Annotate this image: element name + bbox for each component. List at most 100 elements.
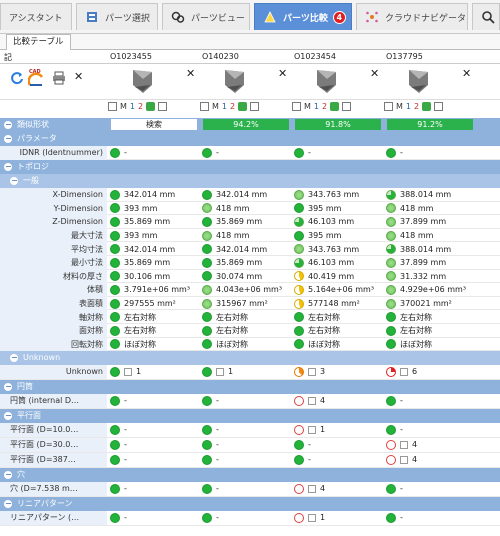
row-checkbox[interactable] [400,440,408,449]
refresh-icon[interactable] [10,71,24,85]
section-unknown[interactable]: Unknown [0,351,500,365]
row-checkbox[interactable] [400,455,408,464]
mode-2-button[interactable]: 2 [322,102,327,111]
tab-assistant[interactable]: アシスタント [0,3,72,30]
cell-value: - [216,455,219,465]
match-status-icon [202,271,212,282]
collapse-icon[interactable] [10,176,18,185]
tab-label: パーツ選択 [105,13,150,24]
tab-parts-select[interactable]: パーツ選択 [76,3,158,30]
section-label: 類似形状 [17,120,49,130]
collapse-icon[interactable] [4,134,12,143]
part-id: O1023454 [294,52,336,61]
mode-1-button[interactable]: 1 [314,102,319,111]
match-status-icon [202,424,212,435]
collapse-icon[interactable] [4,411,12,420]
list-icon[interactable] [292,102,301,112]
close-icon[interactable]: ✕ [186,67,195,80]
mode-2-button[interactable]: 2 [138,102,143,111]
add-icon[interactable] [422,102,432,112]
row-checkbox[interactable] [308,484,316,493]
collapse-icon[interactable] [4,162,12,171]
tab-search[interactable] [472,3,500,30]
similarity-row: 類似形状 検索 94.2% 91.8% 91.2% [0,118,500,132]
part-thumbnail-icon[interactable] [130,67,156,95]
cell-value: 1 [228,367,234,377]
collapse-icon[interactable] [4,499,12,508]
print-icon[interactable] [52,71,66,85]
cell-value: 418 mm [216,203,250,213]
row-checkbox[interactable] [308,513,316,522]
row-label: 最大寸法 [0,228,107,243]
match-status-icon [202,312,212,323]
near-match-icon [202,203,212,214]
cell-value: 左右対称 [400,326,432,336]
row-checkbox[interactable] [124,367,132,376]
mode-m-button[interactable]: M [212,102,219,111]
close-icon[interactable]: ✕ [74,70,83,83]
section-topology[interactable]: トポロジ [0,160,500,174]
tab-label: パーツ比較 [283,13,328,24]
collapse-icon[interactable] [4,470,12,479]
mode-m-button[interactable]: M [120,102,127,111]
partial-match-icon [294,284,304,295]
match-status-icon [386,147,396,158]
tab-parts-view[interactable]: パーツビュー [162,3,250,30]
part-thumbnail-icon[interactable] [222,67,248,95]
list-icon[interactable] [200,102,209,112]
tab-compare-table[interactable]: 比較テーブル [6,34,71,50]
match-status-icon [110,339,120,350]
list-icon[interactable] [108,102,117,112]
cell-value: 1 [320,513,326,523]
row-checkbox[interactable] [216,367,224,376]
mode-2-button[interactable]: 2 [414,102,419,111]
compare-count-badge: 4 [332,10,346,24]
similarity-section-toggle[interactable]: 類似形状 [0,118,107,132]
missing-icon [386,439,396,450]
mode-m-button[interactable]: M [396,102,403,111]
list-icon[interactable] [384,102,393,112]
row-checkbox[interactable] [308,425,316,434]
column-toolbar-row: M 1 2 M 1 2 M 1 2 M 1 2 [0,100,500,114]
add-icon[interactable] [330,102,340,112]
match-status-icon [386,424,396,435]
match-status-icon [202,454,212,465]
match-status-icon [202,512,212,523]
section-general[interactable]: 一般 [0,174,500,188]
collapse-icon[interactable] [4,382,12,391]
mode-1-button[interactable]: 1 [406,102,411,111]
row-checkbox[interactable] [308,367,316,376]
tab-cloud-navigator[interactable]: クラウドナビゲータ [356,3,468,30]
section-hole[interactable]: 穴 [0,468,500,482]
match-status-icon [110,512,120,523]
close-icon[interactable]: ✕ [370,67,379,80]
part-thumbnail-icon[interactable] [314,67,340,95]
part-thumbnail-icon[interactable] [406,67,432,95]
export-icon[interactable] [158,102,168,112]
missing-icon [294,483,304,494]
export-icon[interactable] [342,102,352,112]
close-icon[interactable]: ✕ [462,67,471,80]
export-icon[interactable] [250,102,260,112]
cad-icon[interactable]: CAD [28,67,44,87]
export-icon[interactable] [434,102,444,112]
mode-1-button[interactable]: 1 [222,102,227,111]
collapse-icon[interactable] [4,120,12,129]
section-cylinder[interactable]: 円筒 [0,380,500,394]
add-icon[interactable] [238,102,248,112]
tab-parts-compare[interactable]: パーツ比較 4 [254,3,352,30]
cell-value: 左右対称 [308,312,340,322]
mode-m-button[interactable]: M [304,102,311,111]
section-linear-pattern[interactable]: リニアパターン [0,497,500,511]
section-parameters[interactable]: パラメータ [0,132,500,146]
row-checkbox[interactable] [400,367,408,376]
section-plane[interactable]: 平行面 [0,409,500,423]
mode-2-button[interactable]: 2 [230,102,235,111]
match-status-icon [202,339,212,350]
mode-1-button[interactable]: 1 [130,102,135,111]
row-checkbox[interactable] [308,396,316,405]
close-icon[interactable]: ✕ [278,67,287,80]
collapse-icon[interactable] [10,353,18,362]
cell-value: - [124,513,127,523]
add-icon[interactable] [146,102,156,112]
